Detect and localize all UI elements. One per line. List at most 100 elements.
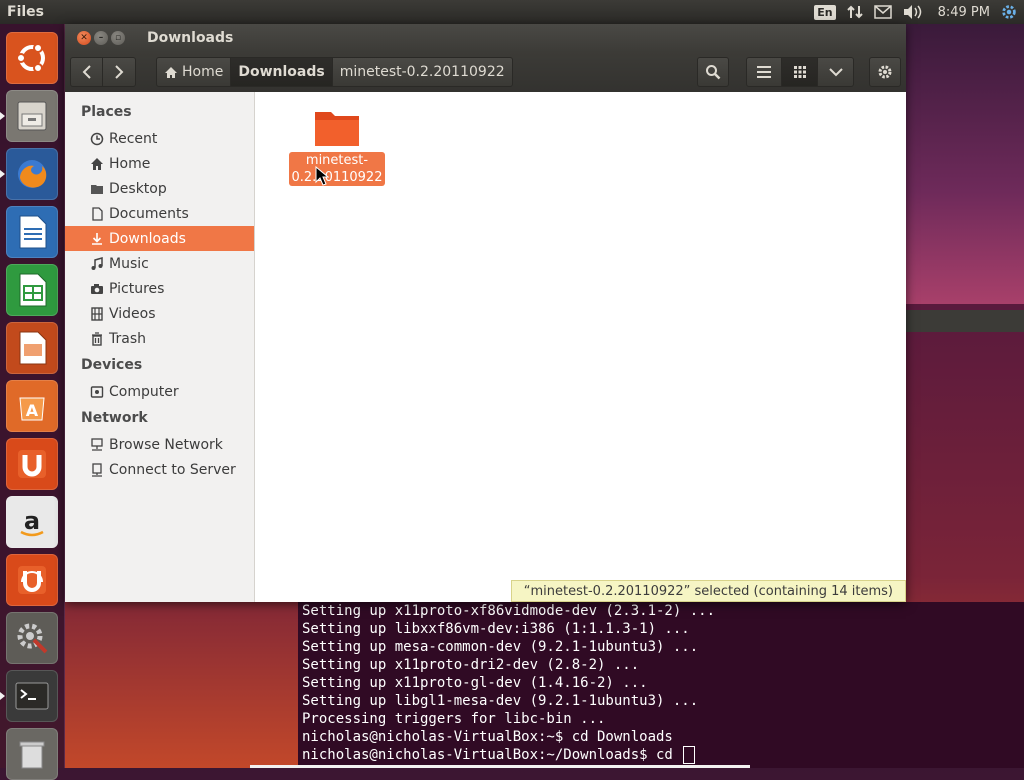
- svg-text:A: A: [26, 401, 39, 420]
- breadcrumb: Home Downloads minetest-0.2.20110922: [156, 57, 513, 87]
- svg-text:a: a: [24, 507, 40, 535]
- breadcrumb-downloads[interactable]: Downloads: [231, 57, 333, 87]
- minimize-button[interactable]: –: [94, 31, 108, 45]
- launcher-libreoffice-writer[interactable]: [6, 206, 58, 258]
- document-icon: [89, 206, 105, 222]
- sidebar-item-recent[interactable]: Recent: [65, 126, 254, 151]
- sidebar-item-home[interactable]: Home: [65, 151, 254, 176]
- launcher-ubuntu-one-music[interactable]: [6, 554, 58, 606]
- grid-view-button[interactable]: [782, 57, 818, 87]
- sidebar-section-places: Places: [81, 104, 132, 120]
- network-icon: [89, 437, 105, 453]
- close-button[interactable]: ✕: [77, 31, 91, 45]
- folder-icon: [315, 112, 359, 146]
- menu-group: [869, 57, 901, 87]
- terminal-line: Setting up libgl1-mesa-dev (9.2.1-1ubunt…: [302, 693, 699, 709]
- launcher: A a: [0, 24, 65, 780]
- launcher-software-center[interactable]: A: [6, 380, 58, 432]
- maximize-button[interactable]: ▫: [111, 31, 125, 45]
- breadcrumb-minetest[interactable]: minetest-0.2.20110922: [332, 57, 513, 87]
- breadcrumb-home[interactable]: Home: [156, 57, 232, 87]
- system-settings-icon: [17, 623, 48, 654]
- app-title: Files: [7, 4, 44, 20]
- search-button[interactable]: [697, 57, 729, 87]
- file-name-line-2: 0.2.20110922: [291, 170, 383, 185]
- view-options-button[interactable]: [818, 57, 854, 87]
- sidebar-item-label: Desktop: [109, 180, 167, 197]
- ubuntu-one-music-icon: [18, 566, 46, 594]
- terminal-prompt: nicholas@nicholas-VirtualBox:~/Downloads…: [302, 747, 682, 763]
- breadcrumb-minetest-label: minetest-0.2.20110922: [339, 64, 505, 80]
- top-panel: Files En 8:49 PM: [0, 0, 1024, 24]
- back-button[interactable]: [70, 57, 103, 87]
- forward-button[interactable]: [103, 57, 136, 87]
- running-indicator: [0, 170, 5, 178]
- status-bar: “minetest-0.2.20110922” selected (contai…: [510, 580, 906, 602]
- volume-icon[interactable]: [902, 0, 922, 24]
- launcher-system-settings[interactable]: [6, 612, 58, 664]
- toolbar: Home Downloads minetest-0.2.20110922: [65, 52, 906, 92]
- window-content: Places Recent Home Desktop Documents Dow…: [65, 92, 906, 602]
- indicator-area: En 8:49 PM: [814, 0, 1024, 24]
- sidebar-item-browse-network[interactable]: Browse Network: [65, 432, 254, 457]
- desktop-folder-icon: [89, 181, 105, 197]
- list-view-icon: [757, 66, 771, 78]
- sidebar-item-label: Documents: [109, 205, 189, 222]
- running-indicator: [0, 692, 5, 700]
- launcher-ubuntu-one[interactable]: [6, 438, 58, 490]
- chevron-right-icon: [115, 65, 124, 79]
- network-icon[interactable]: [846, 0, 864, 24]
- download-arrow-icon: [89, 231, 105, 247]
- terminal-line: nicholas@nicholas-VirtualBox:~$ cd Downl…: [302, 729, 673, 745]
- keyboard-layout-indicator[interactable]: En: [814, 0, 836, 24]
- grid-view-icon: [793, 66, 806, 78]
- navigation-buttons: [70, 57, 136, 87]
- clock[interactable]: 8:49 PM: [938, 0, 990, 24]
- terminal-output[interactable]: Setting up x11proto-xf86vidmode-dev (2.3…: [298, 602, 1024, 768]
- sidebar-section-devices: Devices: [81, 357, 143, 373]
- terminal-prompt-line[interactable]: nicholas@nicholas-VirtualBox:~/Downloads…: [302, 746, 1024, 764]
- clock-icon: [89, 131, 105, 147]
- sidebar-item-trash[interactable]: Trash: [65, 326, 254, 351]
- launcher-libreoffice-calc[interactable]: [6, 264, 58, 316]
- sidebar-item-connect-to-server[interactable]: Connect to Server: [65, 457, 254, 482]
- launcher-files[interactable]: [0, 90, 58, 142]
- search-group: [697, 57, 729, 87]
- sidebar-item-videos[interactable]: Videos: [65, 301, 254, 326]
- harddisk-icon: [89, 384, 105, 400]
- sidebar-item-computer[interactable]: Computer: [65, 379, 254, 404]
- terminal-line: Setting up libxxf86vm-dev:i386 (1:1.1.3-…: [302, 621, 690, 637]
- breadcrumb-downloads-label: Downloads: [238, 64, 325, 80]
- search-icon: [706, 65, 721, 80]
- music-note-icon: [89, 256, 105, 272]
- settings-gear-icon[interactable]: [1000, 0, 1018, 24]
- mail-icon[interactable]: [873, 0, 892, 24]
- list-view-button[interactable]: [746, 57, 782, 87]
- impress-icon: [19, 331, 47, 365]
- sidebar-item-music[interactable]: Music: [65, 251, 254, 276]
- launcher-firefox[interactable]: [0, 148, 58, 200]
- file-view[interactable]: minetest- 0.2.20110922 “minetest-0.2.2011…: [255, 92, 906, 602]
- window-controls: ✕ – ▫: [77, 31, 125, 45]
- running-indicator: [0, 112, 5, 120]
- terminal-line: Setting up x11proto-xf86vidmode-dev (2.3…: [302, 603, 716, 619]
- sidebar-item-pictures[interactable]: Pictures: [65, 276, 254, 301]
- sidebar-item-label: Connect to Server: [109, 461, 236, 478]
- launcher-libreoffice-impress[interactable]: [6, 322, 58, 374]
- launcher-dash-home[interactable]: [6, 32, 58, 84]
- sidebar-item-label: Pictures: [109, 280, 165, 297]
- terminal-line: Processing triggers for libc-bin ...: [302, 711, 606, 727]
- window-titlebar[interactable]: ✕ – ▫ Downloads: [65, 24, 906, 52]
- sidebar-item-desktop[interactable]: Desktop: [65, 176, 254, 201]
- chevron-left-icon: [82, 65, 91, 79]
- launcher-amazon[interactable]: a: [6, 496, 58, 548]
- terminal-line: Setting up mesa-common-dev (9.2.1-1ubunt…: [302, 639, 699, 655]
- sidebar-section-network: Network: [81, 410, 148, 426]
- launcher-terminal[interactable]: [0, 670, 58, 722]
- sidebar-item-documents[interactable]: Documents: [65, 201, 254, 226]
- firefox-icon: [18, 160, 47, 188]
- sidebar-item-downloads[interactable]: Downloads: [65, 226, 254, 251]
- launcher-trash[interactable]: [6, 728, 58, 780]
- file-item-folder[interactable]: minetest- 0.2.20110922: [289, 106, 385, 186]
- settings-menu-button[interactable]: [869, 57, 901, 87]
